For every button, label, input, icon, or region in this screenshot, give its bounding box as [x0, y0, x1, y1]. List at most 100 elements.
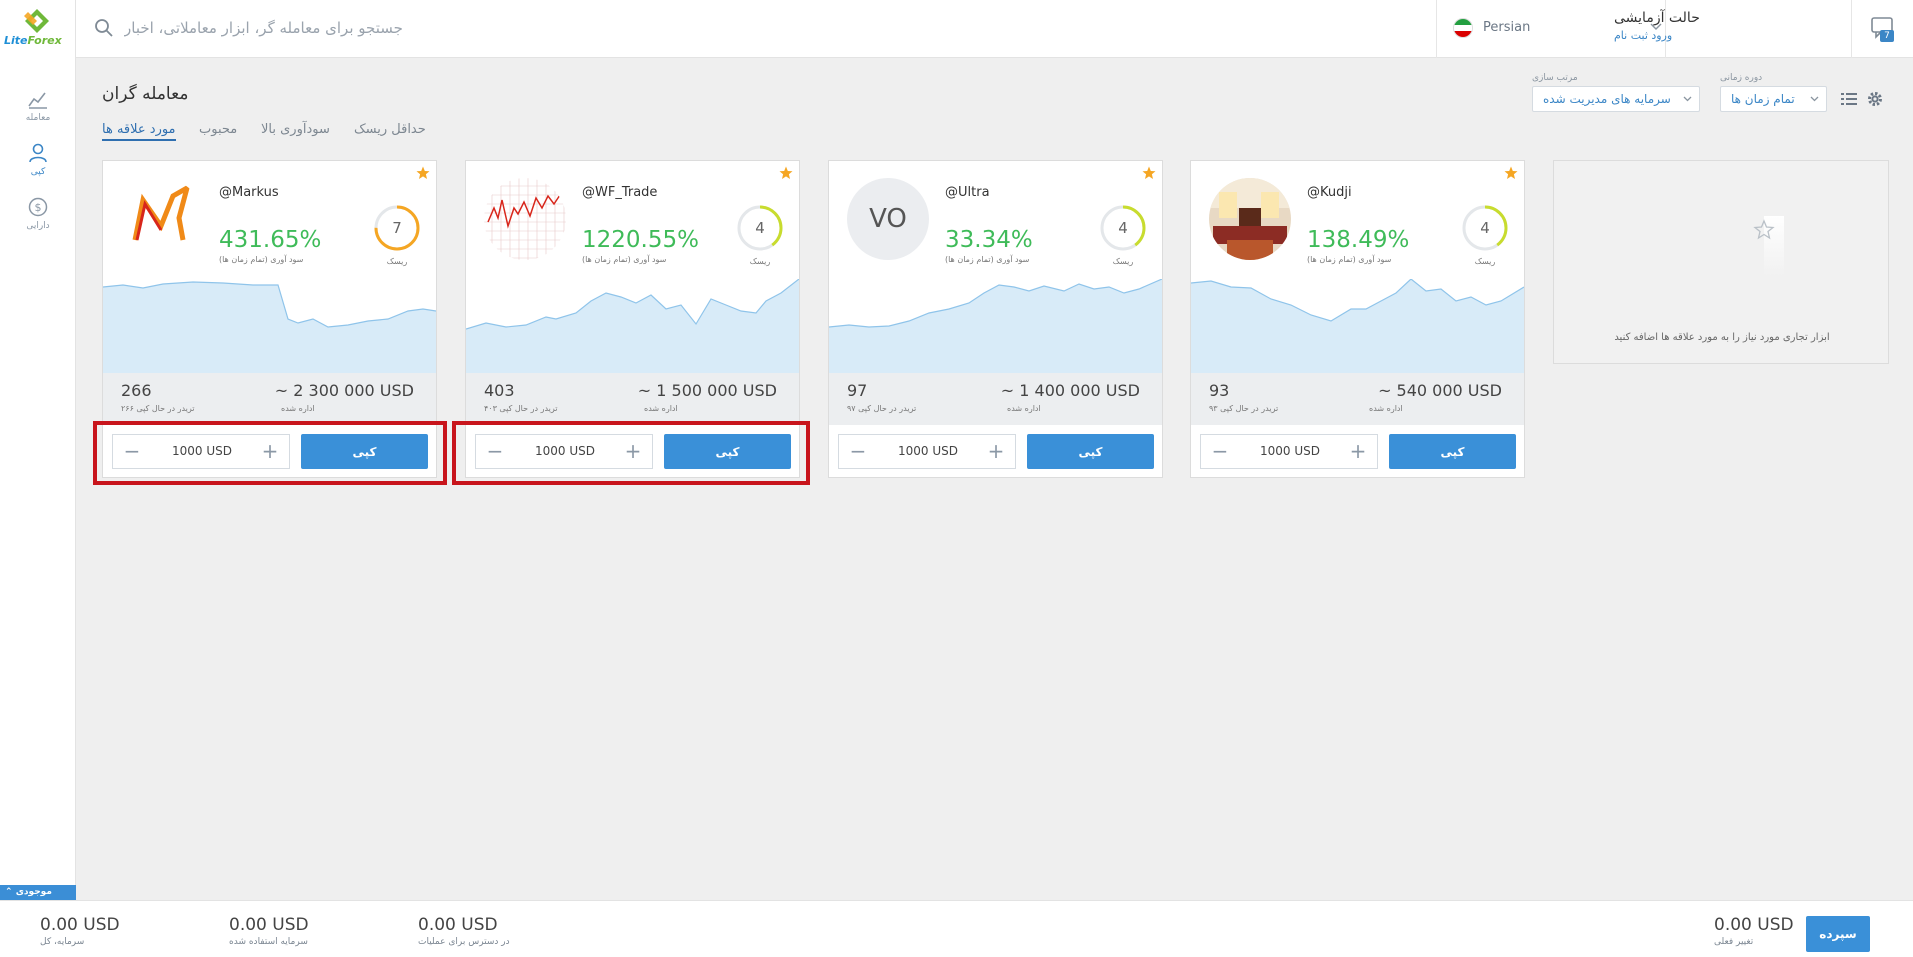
copiers-count: 266 — [121, 381, 152, 400]
available-capital-value: 0.00 USD — [418, 915, 498, 935]
risk-score: 4 — [755, 219, 765, 237]
tab-high-profit[interactable]: سودآوری بالا — [261, 122, 330, 137]
room-photo-icon — [1209, 178, 1291, 260]
available-capital-label: در دسترس برای عملیات — [418, 937, 510, 947]
language-label: Persian — [1483, 20, 1531, 35]
period-value: تمام زمان ها — [1731, 92, 1795, 106]
favorite-star-icon[interactable] — [779, 166, 793, 180]
risk-label: ریسک — [1474, 257, 1496, 266]
managed-label: اداره شده — [1369, 404, 1403, 413]
risk-label: ریسک — [1112, 257, 1134, 266]
favorite-star-icon[interactable] — [416, 166, 430, 180]
chevron-down-icon — [1683, 96, 1692, 102]
trader-avatar — [121, 178, 203, 260]
add-favorite-text: ابزار تجاری مورد نیاز را به مورد علاقه ه… — [1614, 332, 1830, 343]
rail-item-assets[interactable]: $ دارایی — [0, 196, 76, 248]
search-icon — [95, 19, 113, 37]
total-capital-label: سرمایه، کل — [40, 937, 85, 947]
balance-toggle[interactable]: ⌃ موجودی — [0, 885, 76, 900]
current-change-value: 0.00 USD — [1714, 915, 1794, 935]
amount-value[interactable]: 1000 USD — [1231, 435, 1349, 468]
copiers-count: 403 — [484, 381, 515, 400]
tab-popular[interactable]: محبوب — [199, 122, 237, 137]
trader-stats: 266 تریدر در حال کپی ۲۶۶ ~ 2 300 000 USD اد… — [103, 373, 436, 425]
managed-label: اداره شده — [1007, 404, 1041, 413]
deposit-button[interactable]: سپرده — [1806, 916, 1870, 952]
favorite-star-icon[interactable] — [1142, 166, 1156, 180]
dollar-icon: $ — [28, 197, 48, 217]
profit-label: سود آوری (تمام زمان ها) — [219, 255, 304, 264]
chevron-down-icon — [1810, 96, 1819, 102]
chat-badge: 7 — [1880, 30, 1894, 42]
managed-amount: ~ 540 000 USD — [1378, 381, 1502, 400]
svg-text:$: $ — [35, 201, 42, 214]
copy-button[interactable]: کپی — [1027, 434, 1154, 469]
trader-stats: 403 تریدر در حال کپی ۴۰۳ ~ 1 500 000 USD اد… — [466, 373, 799, 425]
risk-score: 4 — [1118, 219, 1128, 237]
favorite-star-icon[interactable] — [1504, 166, 1518, 180]
available-capital: 0.00 USD در دسترس برای عملیات — [418, 915, 510, 947]
chat-button[interactable]: 7 — [1851, 0, 1913, 58]
trader-profit: 138.49% — [1307, 227, 1410, 253]
user-icon — [29, 143, 47, 163]
copy-button[interactable]: کپی — [1389, 434, 1516, 469]
sort-select[interactable]: سرمایه های مدیریت شده — [1532, 86, 1700, 112]
sort-value: سرمایه های مدیریت شده — [1543, 92, 1671, 106]
rail-item-copy[interactable]: کپی — [0, 142, 76, 194]
increase-button[interactable]: + — [1347, 435, 1369, 468]
left-rail: LiteForex معامله کپی $ دارایی ⌃ موجودی — [0, 0, 76, 957]
profit-sparkline — [103, 281, 436, 373]
increase-button[interactable]: + — [985, 435, 1007, 468]
gear-icon[interactable] — [1866, 90, 1884, 108]
trader-profit: 33.34% — [945, 227, 1033, 253]
trader-avatar — [1209, 178, 1291, 260]
trader-stats: 97 تریدر در حال کپی ۹۷ ~ 1 400 000 USD ادار… — [829, 373, 1162, 425]
period-label: دوره زمانی — [1720, 73, 1763, 83]
total-capital-value: 0.00 USD — [40, 915, 120, 935]
used-capital: 0.00 USD سرمایه استفاده شده — [229, 915, 309, 947]
copiers-label: تریدر در حال کپی ۴۰۳ — [484, 404, 558, 413]
markus-logo-icon — [132, 182, 191, 241]
trader-avatar: VO — [847, 178, 929, 260]
trader-handle[interactable]: @WF_Trade — [582, 185, 657, 200]
list-view-icon[interactable] — [1840, 91, 1858, 107]
rail-item-label: کپی — [30, 167, 46, 177]
managed-label: اداره شده — [281, 404, 315, 413]
copiers-count: 97 — [847, 381, 868, 400]
trader-avatar — [484, 178, 566, 260]
tab-min-risk[interactable]: حداقل ریسک — [354, 122, 426, 137]
trader-handle[interactable]: @Markus — [219, 185, 279, 200]
copiers-label: تریدر در حال کپی ۲۶۶ — [121, 404, 195, 413]
amount-stepper: −1000 USD + — [1200, 434, 1378, 469]
bottom-bar: 0.00 USD سرمایه، کل 0.00 USD سرمایه استف… — [0, 900, 1913, 957]
chart-thumbnail-icon — [484, 178, 566, 260]
tab-favorites[interactable]: مورد علاقه ها — [102, 122, 176, 141]
trader-card[interactable]: VO @Ultra 33.34% سود آوری (تمام زمان ها) 4 ری… — [828, 160, 1163, 478]
decrease-button[interactable]: − — [1209, 435, 1231, 468]
risk-label: ریسک — [749, 257, 771, 266]
logo-mark-icon — [24, 9, 49, 33]
period-select[interactable]: تمام زمان ها — [1720, 86, 1827, 112]
amount-value[interactable]: 1000 USD — [869, 435, 987, 468]
rail-item-trade[interactable]: معامله — [0, 88, 76, 140]
amount-stepper: −1000 USD + — [838, 434, 1016, 469]
logo[interactable]: LiteForex — [0, 0, 76, 58]
used-capital-label: سرمایه استفاده شده — [229, 937, 308, 947]
trader-handle[interactable]: @Kudji — [1307, 185, 1352, 200]
trader-profit: 1220.55% — [582, 227, 699, 253]
trader-stats: 93 تریدر در حال کپی ۹۳ ~ 540 000 USD اداره … — [1191, 373, 1524, 425]
managed-amount: ~ 2 300 000 USD — [274, 381, 414, 400]
profit-sparkline — [1191, 279, 1524, 373]
search-input[interactable] — [124, 14, 1424, 42]
managed-label: اداره شده — [644, 404, 678, 413]
copiers-label: تریدر در حال کپی ۹۳ — [1209, 404, 1279, 413]
login-register-link[interactable]: ورود ثبت نام — [1614, 29, 1834, 42]
logo-text: LiteForex — [4, 34, 62, 47]
risk-score: 4 — [1480, 219, 1490, 237]
highlight-box — [452, 421, 810, 485]
trader-card[interactable]: @Kudji 138.49% سود آوری (تمام زمان ها) 4 ریس… — [1190, 160, 1525, 478]
trader-handle[interactable]: @Ultra — [945, 185, 990, 200]
profit-label: سود آوری (تمام زمان ها) — [1307, 255, 1392, 264]
decrease-button[interactable]: − — [847, 435, 869, 468]
highlight-box — [93, 421, 447, 485]
